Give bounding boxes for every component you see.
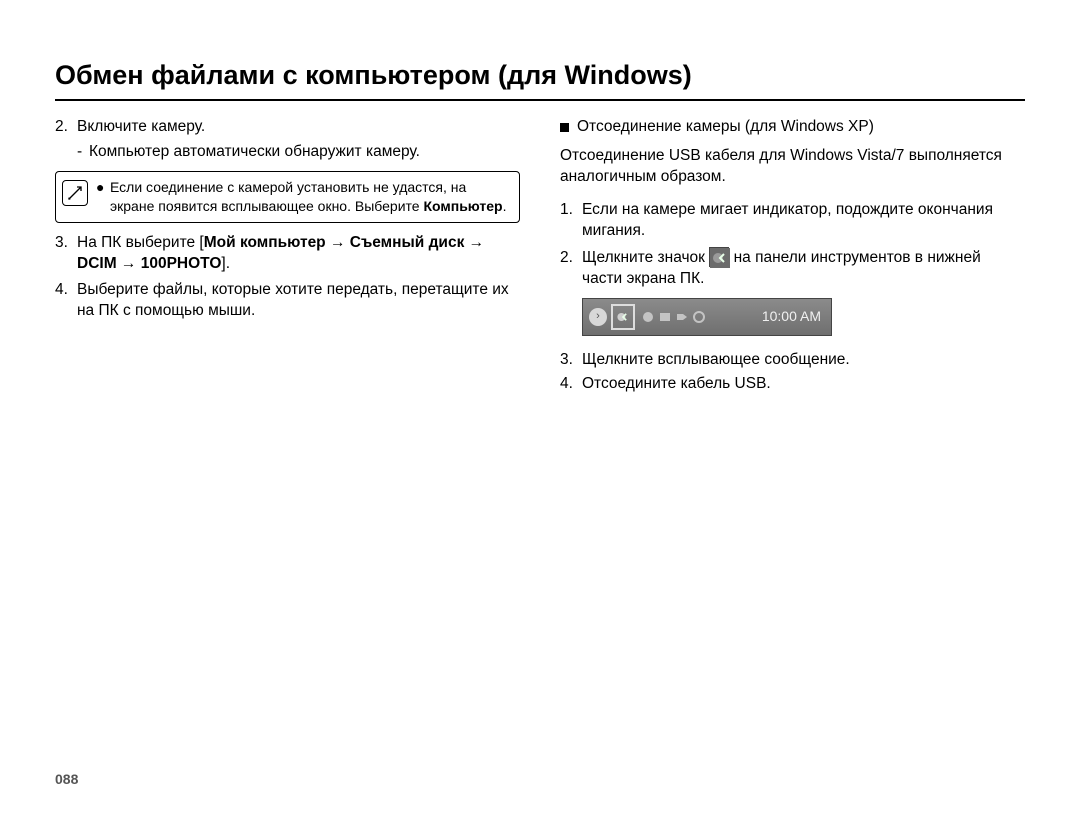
step-text: Включите камеру. <box>77 117 520 138</box>
tray-icon <box>675 310 689 324</box>
right-column: Отсоединение камеры (для Windows XP) Отс… <box>560 117 1025 399</box>
sub-text: Компьютер автоматически обнаружит камеру… <box>89 142 420 163</box>
note-text: Если соединение с камерой установить не … <box>110 178 511 216</box>
taskbar-eject-icon <box>611 304 635 330</box>
note-bullet: ● Если соединение с камерой установить н… <box>96 178 511 216</box>
step-text: На ПК выберите [Мой компьютер → Съемный … <box>77 233 520 275</box>
step3-prefix: На ПК выберите [ <box>77 234 204 251</box>
page-title: Обмен файлами с компьютером (для Windows… <box>55 60 1025 101</box>
step-text: Щелкните всплывающее сообщение. <box>582 350 1025 371</box>
right-step-4: 4. Отсоедините кабель USB. <box>560 374 1025 395</box>
tray-icon <box>641 310 655 324</box>
subheading-text: Отсоединение камеры (для Windows XP) <box>577 117 874 138</box>
step-number: 3. <box>560 350 582 371</box>
step-number: 4. <box>55 280 77 322</box>
step-text: Если на камере мигает индикатор, подожди… <box>582 200 1025 242</box>
square-bullet-icon <box>560 123 569 132</box>
page-number: 088 <box>55 771 78 787</box>
step-number: 1. <box>560 200 582 242</box>
step3-suffix: ]. <box>221 255 230 272</box>
tray-icon <box>658 310 672 324</box>
step-text: Щелкните значок на панели инструментов в… <box>582 248 1025 290</box>
taskbar-expand-icon: › <box>589 308 607 326</box>
right-step-1: 1. Если на камере мигает индикатор, подо… <box>560 200 1025 242</box>
right-intro-paragraph: Отсоединение USB кабеля для Windows Vist… <box>560 146 1025 188</box>
step-number: 4. <box>560 374 582 395</box>
left-step-3: 3. На ПК выберите [Мой компьютер → Съемн… <box>55 233 520 275</box>
right-subheading: Отсоединение камеры (для Windows XP) <box>560 117 1025 138</box>
left-step-2-sub: - Компьютер автоматически обнаружит каме… <box>77 142 520 163</box>
taskbar-image: › 10:00 AM <box>582 298 832 336</box>
right-step-3: 3. Щелкните всплывающее сообщение. <box>560 350 1025 371</box>
left-step-2: 2. Включите камеру. <box>55 117 520 138</box>
step-text: Выберите файлы, которые хотите передать,… <box>77 280 520 322</box>
note-icon <box>62 180 88 206</box>
step2-before: Щелкните значок <box>582 249 705 266</box>
bullet-dot: ● <box>96 178 110 216</box>
step-number: 3. <box>55 233 77 275</box>
taskbar-tray-icons <box>639 310 706 324</box>
content-columns: 2. Включите камеру. - Компьютер автомати… <box>55 117 1025 399</box>
right-step-2: 2. Щелкните значок на панели инструменто… <box>560 248 1025 290</box>
step-number: 2. <box>55 117 77 138</box>
safely-remove-icon <box>709 247 729 267</box>
taskbar-time: 10:00 AM <box>762 307 821 326</box>
note-period: . <box>503 198 507 214</box>
tray-icon <box>692 310 706 324</box>
note-box: ● Если соединение с камерой установить н… <box>55 171 520 223</box>
note-line: Если соединение с камерой установить не … <box>110 179 466 214</box>
step-number: 2. <box>560 248 582 290</box>
dash-marker: - <box>77 142 89 163</box>
note-bold: Компьютер <box>423 198 502 214</box>
step-text: Отсоедините кабель USB. <box>582 374 1025 395</box>
left-step-4: 4. Выберите файлы, которые хотите переда… <box>55 280 520 322</box>
left-column: 2. Включите камеру. - Компьютер автомати… <box>55 117 520 399</box>
